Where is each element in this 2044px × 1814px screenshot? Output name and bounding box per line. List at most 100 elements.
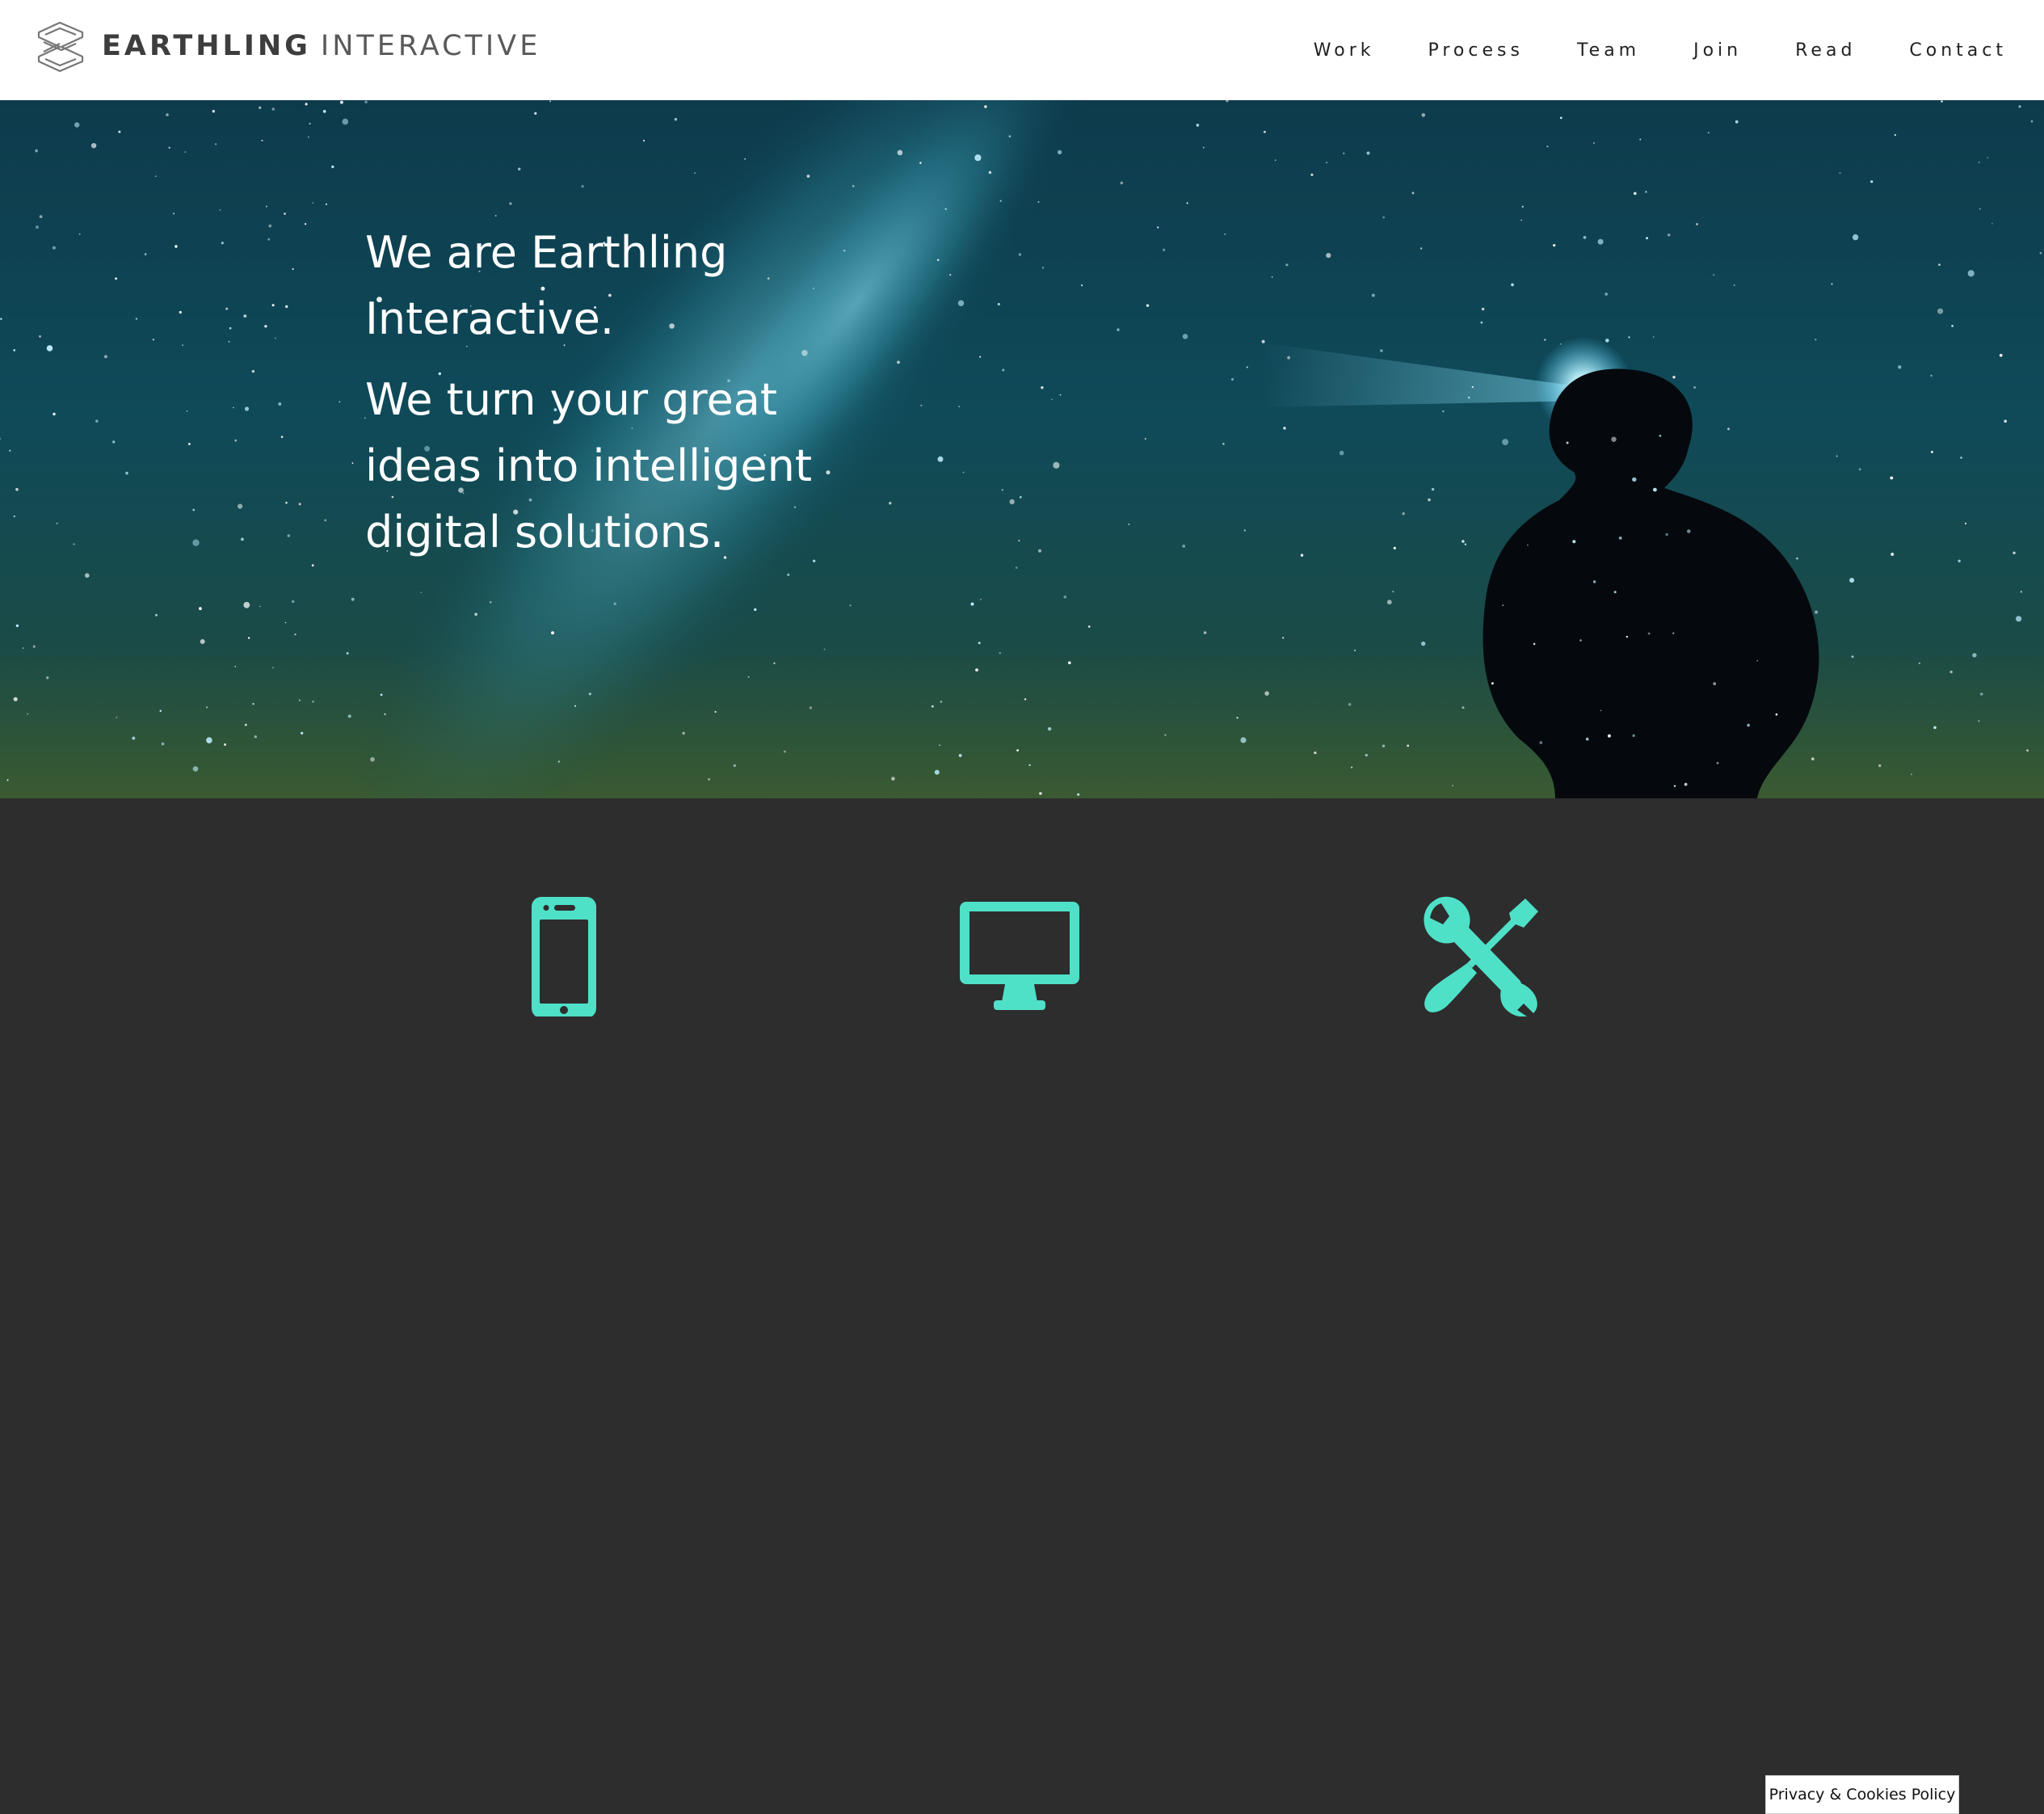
star	[1878, 764, 1882, 768]
nav-item-join[interactable]: Join	[1693, 40, 1742, 61]
star	[1186, 202, 1188, 204]
star	[1421, 641, 1426, 646]
star	[1380, 349, 1383, 352]
star	[1240, 737, 1247, 743]
star	[1659, 435, 1662, 437]
star	[1566, 441, 1569, 444]
star	[1015, 566, 1018, 569]
star	[1164, 734, 1167, 736]
star	[53, 412, 56, 416]
star	[1326, 253, 1331, 259]
star	[1442, 410, 1445, 413]
star	[549, 100, 552, 103]
star	[1839, 172, 1841, 175]
star	[806, 175, 810, 178]
star	[1572, 540, 1576, 544]
star	[271, 107, 275, 111]
star	[1747, 723, 1750, 727]
star	[234, 666, 237, 667]
star	[1271, 276, 1273, 278]
star	[1157, 226, 1159, 229]
star	[1196, 124, 1200, 127]
star	[32, 645, 36, 648]
nav-item-read[interactable]: Read	[1795, 40, 1856, 61]
star	[1941, 100, 1943, 103]
star	[1117, 328, 1120, 331]
star	[1979, 692, 1983, 696]
star	[1068, 661, 1071, 665]
brand-logo-link[interactable]: EARTHLING INTERACTIVE	[36, 19, 540, 73]
star	[1693, 386, 1697, 389]
star	[1348, 703, 1352, 706]
star	[175, 245, 178, 248]
star	[939, 744, 940, 747]
star	[1274, 159, 1276, 162]
star	[1001, 489, 1003, 491]
star	[95, 419, 99, 423]
star	[2020, 591, 2022, 593]
star	[1120, 181, 1124, 185]
star	[1618, 537, 1622, 540]
star	[287, 534, 291, 537]
nav-item-team[interactable]: Team	[1577, 40, 1640, 61]
star	[1604, 293, 1609, 296]
star	[1858, 468, 1861, 471]
star	[1811, 757, 1815, 761]
star	[1059, 394, 1062, 396]
star	[1652, 336, 1655, 338]
star	[206, 737, 212, 743]
star	[308, 136, 309, 138]
star	[1933, 726, 1937, 730]
nav-item-process[interactable]: Process	[1428, 40, 1523, 61]
star	[1028, 764, 1031, 767]
star	[1967, 270, 1975, 277]
star	[36, 225, 39, 229]
star	[1038, 549, 1041, 553]
star	[1041, 386, 1044, 389]
star	[1163, 248, 1166, 251]
star	[238, 503, 243, 509]
star	[1991, 223, 1993, 225]
star	[978, 642, 981, 645]
star	[259, 605, 261, 608]
star	[13, 697, 18, 701]
star	[1544, 339, 1546, 341]
star	[278, 402, 282, 406]
star	[229, 326, 232, 330]
star	[1684, 782, 1688, 786]
star	[74, 122, 80, 128]
star	[90, 143, 97, 149]
nav-item-work[interactable]: Work	[1314, 40, 1375, 61]
star	[1851, 655, 1854, 659]
star	[1462, 540, 1465, 543]
star	[311, 564, 314, 567]
star	[957, 300, 965, 306]
night-sky-background-image	[0, 100, 2044, 798]
star	[588, 692, 591, 696]
star	[1696, 223, 1698, 225]
nav-item-contact[interactable]: Contact	[1909, 40, 2007, 61]
star	[1672, 632, 1675, 634]
star	[384, 713, 386, 716]
star	[168, 146, 170, 149]
star	[613, 602, 616, 605]
star	[980, 599, 982, 600]
star	[1419, 247, 1423, 250]
star	[228, 341, 230, 343]
star	[252, 703, 254, 705]
star	[1326, 162, 1328, 164]
star	[284, 213, 286, 215]
star	[159, 709, 162, 713]
star	[1632, 477, 1637, 482]
star	[1716, 762, 1719, 764]
privacy-cookies-policy-link[interactable]: Privacy & Cookies Policy	[1765, 1775, 1959, 1814]
earthling-logo-icon	[37, 21, 84, 73]
star	[364, 100, 368, 103]
star	[2018, 105, 2021, 108]
star	[291, 600, 295, 604]
star	[1672, 376, 1676, 379]
star	[1343, 152, 1345, 154]
star	[1937, 308, 1944, 314]
star	[1287, 356, 1290, 360]
star	[1687, 529, 1691, 533]
